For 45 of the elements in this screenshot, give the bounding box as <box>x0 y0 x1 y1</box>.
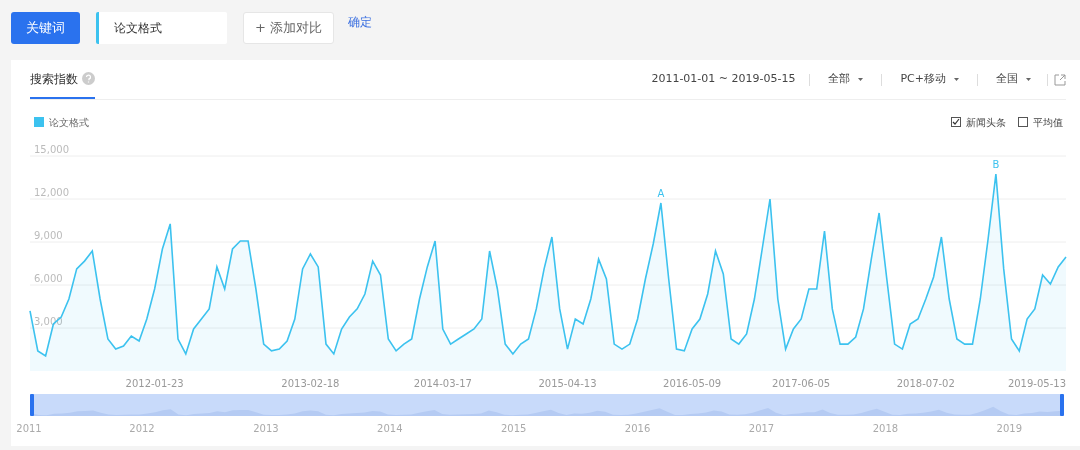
year-label: 2012 <box>129 423 155 434</box>
caret-icon <box>1026 77 1031 82</box>
annotation-label: B <box>992 159 1000 171</box>
checkbox[interactable] <box>1018 117 1028 127</box>
confirm-link[interactable]: 确定 <box>348 13 373 31</box>
year-label: 2015 <box>500 423 527 434</box>
checkbox-label[interactable]: 平均值 <box>1033 114 1063 130</box>
navigator-handle[interactable] <box>30 394 34 416</box>
share-icon[interactable] <box>1054 73 1066 86</box>
y-tick-label: 15,000 <box>34 144 69 155</box>
keyword-field[interactable]: 论文格式 <box>96 12 227 44</box>
year-label: 2019 <box>996 423 1023 434</box>
x-tick-label: 2015-04-13 <box>538 378 597 389</box>
year-label: 2014 <box>377 423 403 434</box>
x-tick-label: 2017-06-05 <box>772 378 831 389</box>
caret-icon <box>954 77 959 82</box>
annotation-label: A <box>657 188 665 199</box>
x-tick-label: 2018-07-02 <box>896 378 955 389</box>
dropdown[interactable]: 全部 <box>824 71 868 88</box>
legend-label: 论文格式 <box>49 115 89 130</box>
tab[interactable]: 搜索指数 <box>30 60 78 97</box>
x-tick-label: 2014-03-17 <box>413 378 472 389</box>
y-tick-label: 6,000 <box>34 273 63 284</box>
y-tick-label: 12,000 <box>34 187 69 198</box>
dropdown[interactable]: PC+移动 <box>896 71 963 88</box>
x-tick-label: 2016-05-09 <box>663 378 722 389</box>
x-tick-label: 2019-05-13 <box>1007 378 1066 389</box>
date-range[interactable]: 2011-01-01 ~ 2019-05-15 <box>651 71 796 88</box>
year-label: 2018 <box>872 423 899 434</box>
year-label: 2017 <box>748 423 775 434</box>
y-tick-label: 9,000 <box>34 230 63 241</box>
add-compare-button[interactable]: + 添加对比 <box>243 12 335 44</box>
keyword-button[interactable]: 关键词 <box>11 12 80 44</box>
dropdown[interactable]: 全国 <box>992 71 1035 88</box>
caret-icon <box>858 77 864 82</box>
checkbox-label[interactable]: 新闻头条 <box>966 114 1006 130</box>
x-tick-label: 2012-01-23 <box>125 378 184 389</box>
navigator-handle[interactable] <box>1060 394 1064 416</box>
help-icon[interactable] <box>82 72 95 85</box>
range-navigator[interactable] <box>31 394 1063 416</box>
checkbox[interactable] <box>951 117 961 127</box>
year-label: 2016 <box>624 423 651 434</box>
year-label: 2013 <box>253 423 279 434</box>
x-tick-label: 2013-02-18 <box>281 378 340 389</box>
year-label: 2011 <box>16 423 42 434</box>
